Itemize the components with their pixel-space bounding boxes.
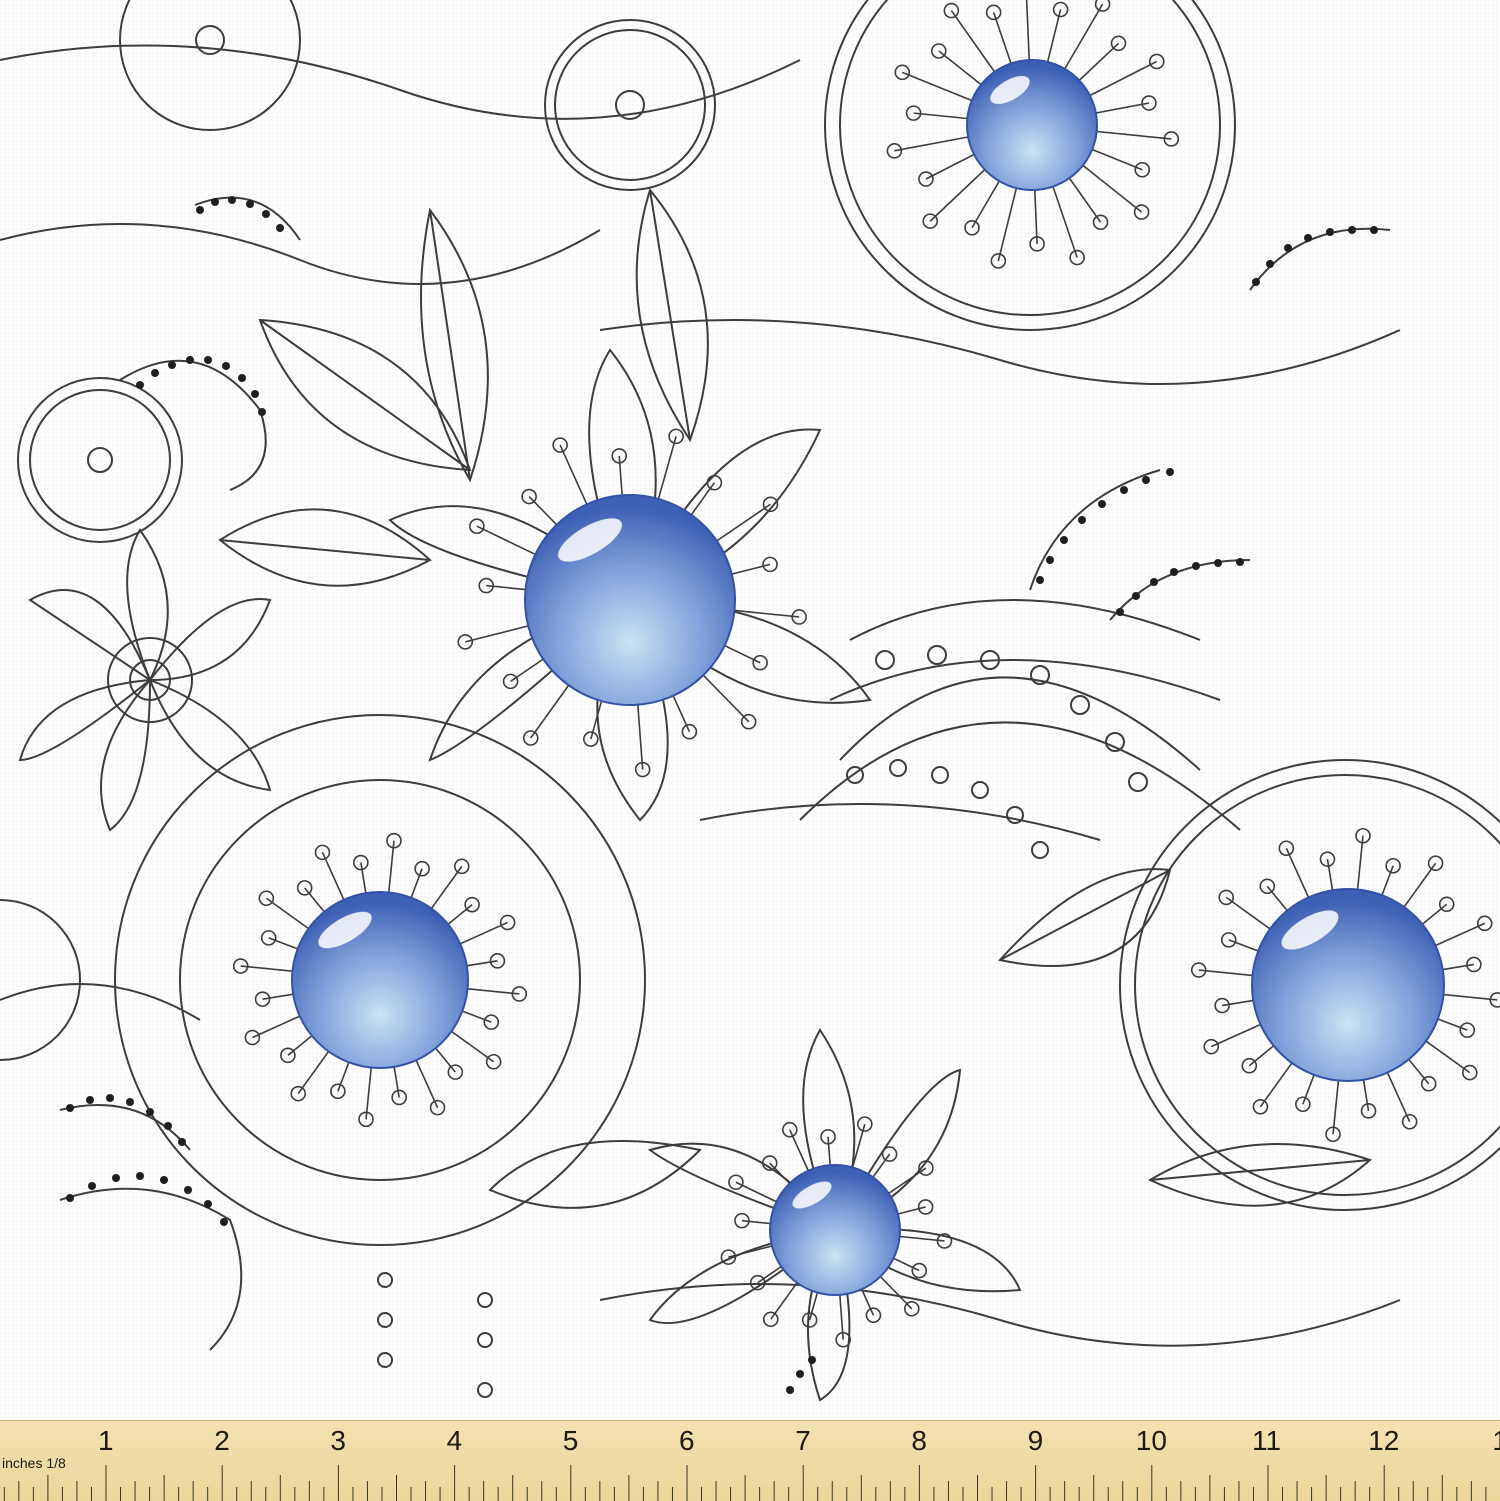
ruler-number: 4 <box>446 1425 463 1456</box>
blue-gem <box>769 1164 901 1296</box>
ruler-number: 7 <box>795 1425 811 1456</box>
ruler-number: 5 <box>562 1425 579 1456</box>
ruler-number: 3 <box>330 1425 346 1456</box>
ruler-number: 9 <box>1027 1425 1044 1456</box>
ruler-number: 12 <box>1368 1425 1400 1456</box>
ruler-number: 1 <box>98 1425 114 1456</box>
blue-gem <box>524 494 736 706</box>
ruler-number: 2 <box>214 1425 230 1456</box>
ruler-number: 11 <box>1252 1425 1282 1456</box>
blue-gem <box>966 59 1098 191</box>
ruler-unit-label: inches 1/8 <box>2 1455 66 1471</box>
ruler-number: 6 <box>679 1425 695 1456</box>
blue-gem <box>1251 888 1445 1082</box>
ruler-number: 1 <box>1492 1425 1500 1457</box>
measuring-ruler: inches 1/8 1234567891011121 <box>0 1420 1500 1501</box>
floral-fabric-pattern <box>0 0 1500 1420</box>
ruler-number: 8 <box>911 1425 927 1456</box>
blue-gem <box>291 891 469 1069</box>
ruler-number: 10 <box>1135 1425 1167 1456</box>
